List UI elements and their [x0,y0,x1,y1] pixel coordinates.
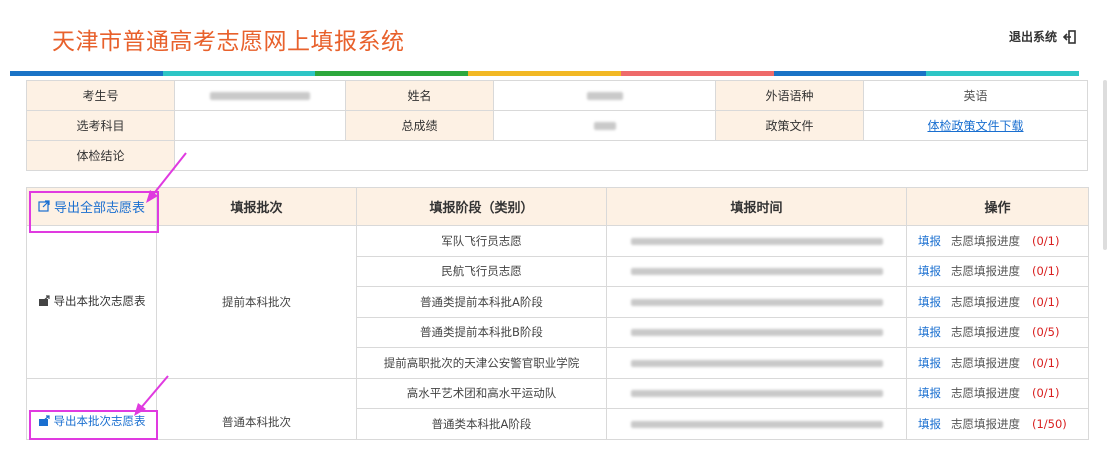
subjects-value [174,110,346,141]
scrollbar[interactable] [1103,80,1107,250]
fill-time [606,255,907,287]
stage-name: 提前高职批次的天津公安警官职业学院 [356,347,607,379]
stage-name: 军队飞行员志愿 [356,225,607,257]
progress-label: 志愿填报进度 [951,264,1020,279]
color-seg-7 [926,71,1080,76]
logout-button[interactable]: 退出系统 [1009,28,1077,45]
ops-cell: 填报 志愿填报进度 (0/1) [906,377,1089,409]
table-row: 导出本批次志愿表 普通本科批次 高水平艺术团和高水平运动队 填报 志愿填报进度 (0… [26,377,1089,440]
name-label: 姓名 [345,80,494,111]
fill-link[interactable]: 填报 [918,417,941,431]
language-value: 英语 [863,80,1088,111]
batch-name: 普通本科批次 [156,377,357,440]
export-batch-label: 导出本批次志愿表 [53,294,146,309]
color-seg-4 [468,71,621,76]
progress-label: 志愿填报进度 [951,386,1020,401]
logout-icon [1063,29,1076,44]
batch-name: 提前本科批次 [156,225,357,379]
color-seg-2 [162,71,316,76]
color-seg-3 [315,71,469,76]
policy-download-link[interactable]: 体检政策文件下载 [927,119,1023,133]
progress-count: (0/1) [1032,355,1060,370]
color-seg-6 [773,71,927,76]
col-stage-header: 填报阶段（类别） [356,187,607,226]
export-batch-button[interactable]: 导出本批次志愿表 [38,293,146,309]
fill-link[interactable]: 填报 [918,234,941,248]
stage-name: 普通类提前本科批B阶段 [356,316,607,348]
progress-count: (0/1) [1032,233,1060,248]
ops-cell: 填报 志愿填报进度 (1/50) [906,408,1089,440]
fill-time [606,347,907,379]
exam-no-value [174,80,346,111]
health-label: 体检结论 [26,140,175,171]
fill-link[interactable]: 填报 [918,295,941,309]
progress-label: 志愿填报进度 [951,233,1020,248]
fill-time [606,286,907,318]
ops-cell: 填报 志愿填报进度 (0/5) [906,316,1089,348]
student-info-table: 考生号 姓名 外语语种 英语 选考科目 总成绩 政策文件 体检政策文件下载 体检… [26,80,1088,171]
health-value [174,140,1088,171]
policy-cell: 体检政策文件下载 [863,110,1088,141]
progress-count: (0/5) [1032,325,1060,340]
stage-name: 高水平艺术团和高水平运动队 [356,377,607,409]
exam-no-label: 考生号 [26,80,175,111]
stage-name: 普通类提前本科批A阶段 [356,286,607,318]
fill-link[interactable]: 填报 [918,325,941,339]
logout-label: 退出系统 [1008,30,1057,44]
highlight-box-export-batch [29,410,158,440]
fill-time [606,225,907,257]
progress-label: 志愿填报进度 [951,355,1020,370]
fill-time [606,316,907,348]
fill-time [606,377,907,409]
volunteer-table: 导出全部志愿表 填报批次 填报阶段（类别） 填报时间 操作 导出本批次志愿表 提… [26,187,1089,440]
ops-cell: 填报 志愿填报进度 (0/1) [906,347,1089,379]
fill-link[interactable]: 填报 [918,386,941,400]
export-icon [38,295,50,307]
fill-time [606,408,907,440]
col-time-header: 填报时间 [606,187,907,226]
progress-count: (0/1) [1032,294,1060,309]
table-header-row: 导出全部志愿表 填报批次 填报阶段（类别） 填报时间 操作 [26,187,1089,226]
total-score-value [493,110,716,141]
progress-count: (0/1) [1032,264,1060,279]
export-batch-cell-1: 导出本批次志愿表 [26,225,157,379]
subjects-label: 选考科目 [26,110,175,141]
stage-name: 普通类本科批A阶段 [356,408,607,440]
page-title: 天津市普通高考志愿网上填报系统 [52,29,405,55]
progress-label: 志愿填报进度 [951,416,1020,431]
fill-link[interactable]: 填报 [918,264,941,278]
color-seg-5 [620,71,774,76]
col-ops-header: 操作 [906,187,1089,226]
policy-label: 政策文件 [715,110,864,141]
table-row: 导出本批次志愿表 提前本科批次 军队飞行员志愿 填报 志愿填报进度 (0/1) [26,225,1089,379]
progress-label: 志愿填报进度 [951,294,1020,309]
name-value [493,80,716,111]
total-score-label: 总成绩 [345,110,494,141]
progress-label: 志愿填报进度 [951,325,1020,340]
col-batch-header: 填报批次 [156,187,357,226]
ops-cell: 填报 志愿填报进度 (0/1) [906,255,1089,287]
progress-count: (0/1) [1032,386,1060,401]
fill-link[interactable]: 填报 [918,356,941,370]
language-label: 外语语种 [715,80,864,111]
ops-cell: 填报 志愿填报进度 (0/1) [906,286,1089,318]
stage-name: 民航飞行员志愿 [356,255,607,287]
highlight-box-export-all [29,191,159,233]
color-bar [10,71,1080,76]
ops-cell: 填报 志愿填报进度 (0/1) [906,225,1089,257]
progress-count: (1/50) [1032,416,1067,431]
color-seg-1 [10,71,163,76]
header: 天津市普通高考志愿网上填报系统 退出系统 [0,0,1107,72]
